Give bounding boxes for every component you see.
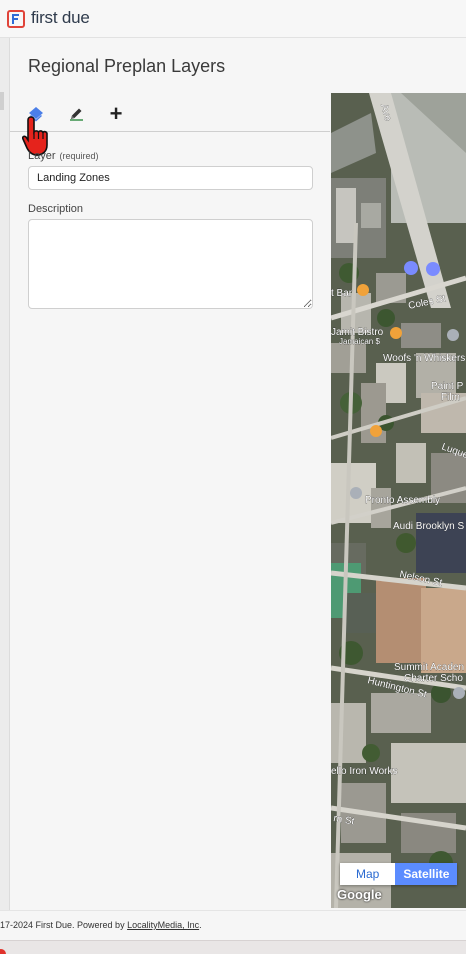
map-place-pronto: Pronto Assembly (365, 495, 440, 506)
layer-label-text: Layer (28, 150, 56, 162)
map-place-bar: t Bar (331, 288, 353, 299)
description-label: Description (28, 203, 84, 215)
top-bar: first due (0, 0, 466, 38)
page-title: Regional Preplan Layers (28, 56, 226, 76)
brand-name[interactable]: first due (31, 8, 90, 28)
description-textarea[interactable] (28, 219, 313, 309)
layer-toolbar: + (10, 98, 330, 132)
satellite-map[interactable]: Ave Coles St Nelson St Luque Huntington … (331, 93, 466, 908)
footer-link[interactable]: LocalityMedia, Inc (127, 920, 199, 930)
map-place-charter: Charter Scho (404, 673, 463, 684)
map-type-satellite-button[interactable]: Satellite (395, 863, 458, 885)
required-note: (required) (59, 151, 99, 161)
layer-name-input[interactable] (28, 166, 313, 190)
layer-field-label: Layer (required) (28, 150, 99, 162)
footer-copyright: 17-2024 First Due. Powered by (0, 920, 128, 930)
sidebar-toggle[interactable] (0, 92, 4, 110)
map-place-film: Film (441, 392, 460, 403)
map-imagery: Ave Coles St Nelson St Luque Huntington … (331, 93, 466, 908)
map-place-audi: Audi Brooklyn S (393, 521, 464, 532)
map-place-jamaican: Jamaican $ (339, 337, 380, 346)
sidebar-edge (0, 38, 10, 910)
notification-dot-icon[interactable] (0, 949, 6, 954)
map-place-summit: Summit Acaden (394, 662, 464, 673)
first-due-logo-icon[interactable] (7, 10, 25, 28)
pencil-icon[interactable] (64, 102, 88, 126)
footer-suffix: . (199, 920, 202, 930)
map-place-paint: Paint P (431, 381, 464, 392)
map-place-iron-works: ello Iron Works (331, 766, 398, 777)
footer-text: 17-2024 First Due. Powered by LocalityMe… (0, 920, 202, 930)
bottom-bar (0, 940, 466, 954)
map-type-control: Map Satellite (340, 863, 458, 885)
map-place-woofs: Woofs 'n Whiskers (383, 353, 465, 364)
map-type-map-button[interactable]: Map (340, 863, 396, 885)
google-attribution: Google (337, 887, 382, 902)
plus-icon[interactable]: + (104, 102, 128, 126)
footer: 17-2024 First Due. Powered by LocalityMe… (0, 910, 466, 940)
